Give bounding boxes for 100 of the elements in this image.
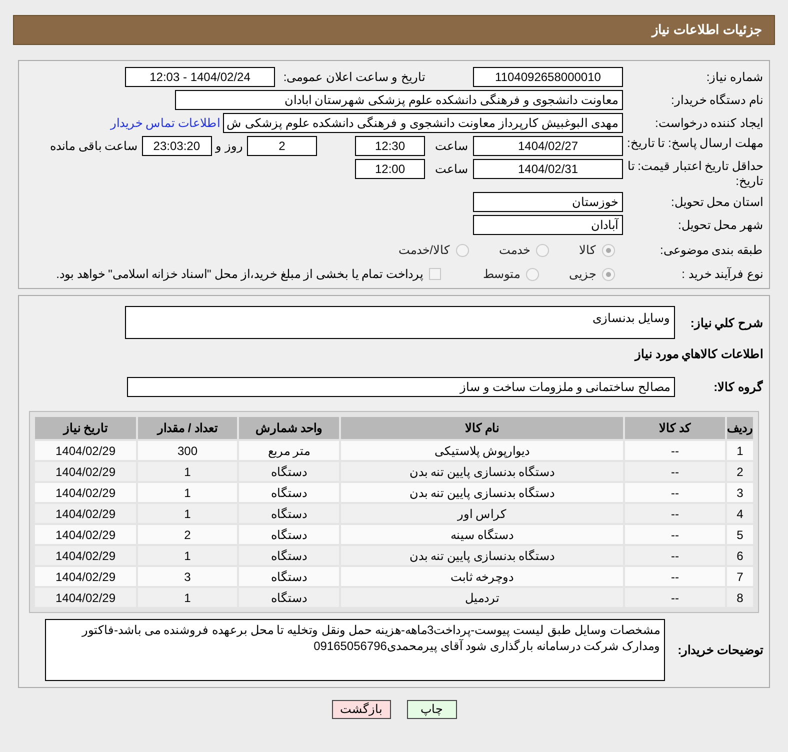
radio-label: متوسط (483, 266, 520, 283)
table-cell: دستگاه (239, 504, 339, 523)
radio-label: جزیی (569, 266, 596, 283)
table-cell: دستگاه (239, 588, 339, 607)
table-cell: تردمیل (341, 588, 623, 607)
table-cell: 7 (727, 567, 753, 586)
table-cell: 3 (727, 483, 753, 502)
table-cell: -- (625, 483, 725, 502)
table-cell: 1404/02/29 (35, 504, 136, 523)
countdown-field[interactable]: 23:03:20 (142, 136, 212, 156)
table-cell: دستگاه بدنسازی پایین تنه بدن (341, 546, 623, 565)
checkbox-label: پرداخت تمام یا بخشی از مبلغ خرید،از محل "اسناد خزانه اسلامی" خواهد بود. (56, 266, 423, 283)
table-cell: دستگاه (239, 462, 339, 481)
field-label: روز و (216, 138, 243, 155)
text-field[interactable]: خوزستان (473, 192, 623, 212)
column-header: واحد شمارش (239, 417, 339, 439)
radio-label: خدمت (499, 242, 530, 259)
table-cell: متر مربع (239, 441, 339, 460)
table-cell: دستگاه (239, 567, 339, 586)
field-label: شهر محل تحویل: (676, 218, 763, 232)
column-header: تاریخ نیاز (35, 417, 136, 439)
radio-button[interactable] (526, 268, 539, 280)
table-cell: 1404/02/29 (35, 462, 136, 481)
field-label: شرح كلي نياز: (689, 315, 763, 332)
text-field[interactable]: 1404/02/27 (473, 136, 623, 156)
text-field[interactable]: 2 (247, 136, 317, 156)
table-cell: 1404/02/29 (35, 546, 136, 565)
print-button[interactable]: چاپ (406, 700, 456, 719)
text-field[interactable]: مهدی البوغبیش کارپرداز معاونت دانشجوی و فرهنگی دانشکده علوم پزشکی ش (223, 113, 623, 133)
table-cell: -- (625, 546, 725, 565)
radio-label: کالا/خدمت (398, 242, 450, 259)
field-label: استان محل تحویل: (670, 194, 763, 210)
field-label: تاریخ و ساعت اعلان عمومی: (282, 70, 425, 84)
table-cell: 1 (727, 441, 753, 460)
table-cell: 1 (138, 588, 237, 607)
text-field[interactable]: مصالح ساختمانی و ملزومات ساخت و ساز (127, 377, 675, 397)
text-field[interactable]: 12:30 (355, 136, 425, 156)
radio-button[interactable] (536, 244, 549, 256)
text-field[interactable]: 1104092658000010 (473, 67, 623, 87)
table-cell: 1 (138, 504, 237, 523)
table-cell: 1404/02/29 (35, 483, 136, 502)
field-label: نام دستگاه خریدار: (670, 92, 763, 108)
field-label: توضیحات خریدار: (676, 642, 763, 659)
column-header: ردیف (727, 417, 753, 439)
section-title: اطلاعات كالاهاي مورد نياز (633, 346, 763, 363)
field-label: گروه کالا: (712, 379, 763, 396)
field-label: شماره نیاز: (705, 70, 763, 84)
text-field[interactable]: معاونت دانشجوی و فرهنگی دانشکده علوم پزشکی شهرستان ابادان (175, 90, 623, 110)
table-cell: 300 (138, 441, 237, 460)
checkbox[interactable] (429, 268, 441, 280)
text-field[interactable]: آبادان (473, 215, 623, 235)
table-cell: 1 (138, 483, 237, 502)
table-cell: 1404/02/29 (35, 567, 136, 586)
radio-button[interactable] (456, 244, 469, 256)
table-cell: -- (625, 567, 725, 586)
field-label: ساعت (434, 138, 468, 155)
table-cell: 5 (727, 525, 753, 544)
table-cell: 1 (138, 546, 237, 565)
table-cell: 1404/02/29 (35, 525, 136, 544)
description-field[interactable]: وسایل بدنسازی (125, 306, 675, 339)
page-title: جزئیات اطلاعات نیاز (652, 21, 762, 40)
table-cell: دستگاه (239, 546, 339, 565)
radio-button[interactable] (602, 244, 615, 256)
column-header: نام کالا (341, 417, 623, 439)
table-cell: 3 (138, 567, 237, 586)
table-cell: دوچرخه ثابت (341, 567, 623, 586)
table-cell: کراس اور (341, 504, 623, 523)
table-cell: -- (625, 525, 725, 544)
text-field[interactable]: 12:00 (355, 159, 425, 179)
field-label: ساعت باقی مانده (50, 138, 138, 155)
table-cell: دستگاه سینه (341, 525, 623, 544)
notes-field[interactable]: مشخصات وسایل طبق لیست پیوست-پرداخت3ماهه-هزینه حمل ونقل وتخلیه تا محل برعهده فروشنده می باشد-فاکتور ومدارک شرکت درسامانه بارگذاری شود آقای پیرمحمدی09165056796 (45, 619, 665, 681)
field-label: نوع فرآیند خرید : (680, 266, 763, 282)
table-cell: دستگاه بدنسازی پایین تنه بدن (341, 462, 623, 481)
table-cell: 1404/02/29 (35, 588, 136, 607)
field-label: مهلت ارسال پاسخ: تا تاریخ: (626, 136, 763, 151)
column-header: تعداد / مقدار (138, 417, 237, 439)
table-cell: 6 (727, 546, 753, 565)
table-cell: -- (625, 504, 725, 523)
table-cell: دستگاه (239, 525, 339, 544)
table-cell: -- (625, 588, 725, 607)
field-label: ایجاد کننده درخواست: (654, 116, 763, 130)
column-header: کد کالا (625, 417, 725, 439)
table-cell: 2 (138, 525, 237, 544)
contact-link[interactable]: اطلاعات تماس خریدار (110, 114, 220, 132)
table-cell: 1 (138, 462, 237, 481)
back-button[interactable]: بازگشت (332, 700, 390, 719)
text-field[interactable]: 1404/02/24 - 12:03 (125, 67, 275, 87)
table-cell: دستگاه بدنسازی پایین تنه بدن (341, 483, 623, 502)
field-label: طبقه بندی موضوعی: (658, 242, 763, 258)
table-cell: 8 (727, 588, 753, 607)
table-cell: -- (625, 462, 725, 481)
table-cell: 4 (727, 504, 753, 523)
table-cell: دیوارپوش پلاستیکی (341, 441, 623, 460)
field-label: حداقل تاریخ اعتبار قیمت: تا تاریخ: (626, 159, 763, 189)
field-label: ساعت (434, 161, 468, 178)
text-field[interactable]: 1404/02/31 (473, 159, 623, 179)
radio-button[interactable] (602, 268, 615, 280)
radio-label: کالا (579, 242, 596, 259)
table-cell: 1404/02/29 (35, 441, 136, 460)
